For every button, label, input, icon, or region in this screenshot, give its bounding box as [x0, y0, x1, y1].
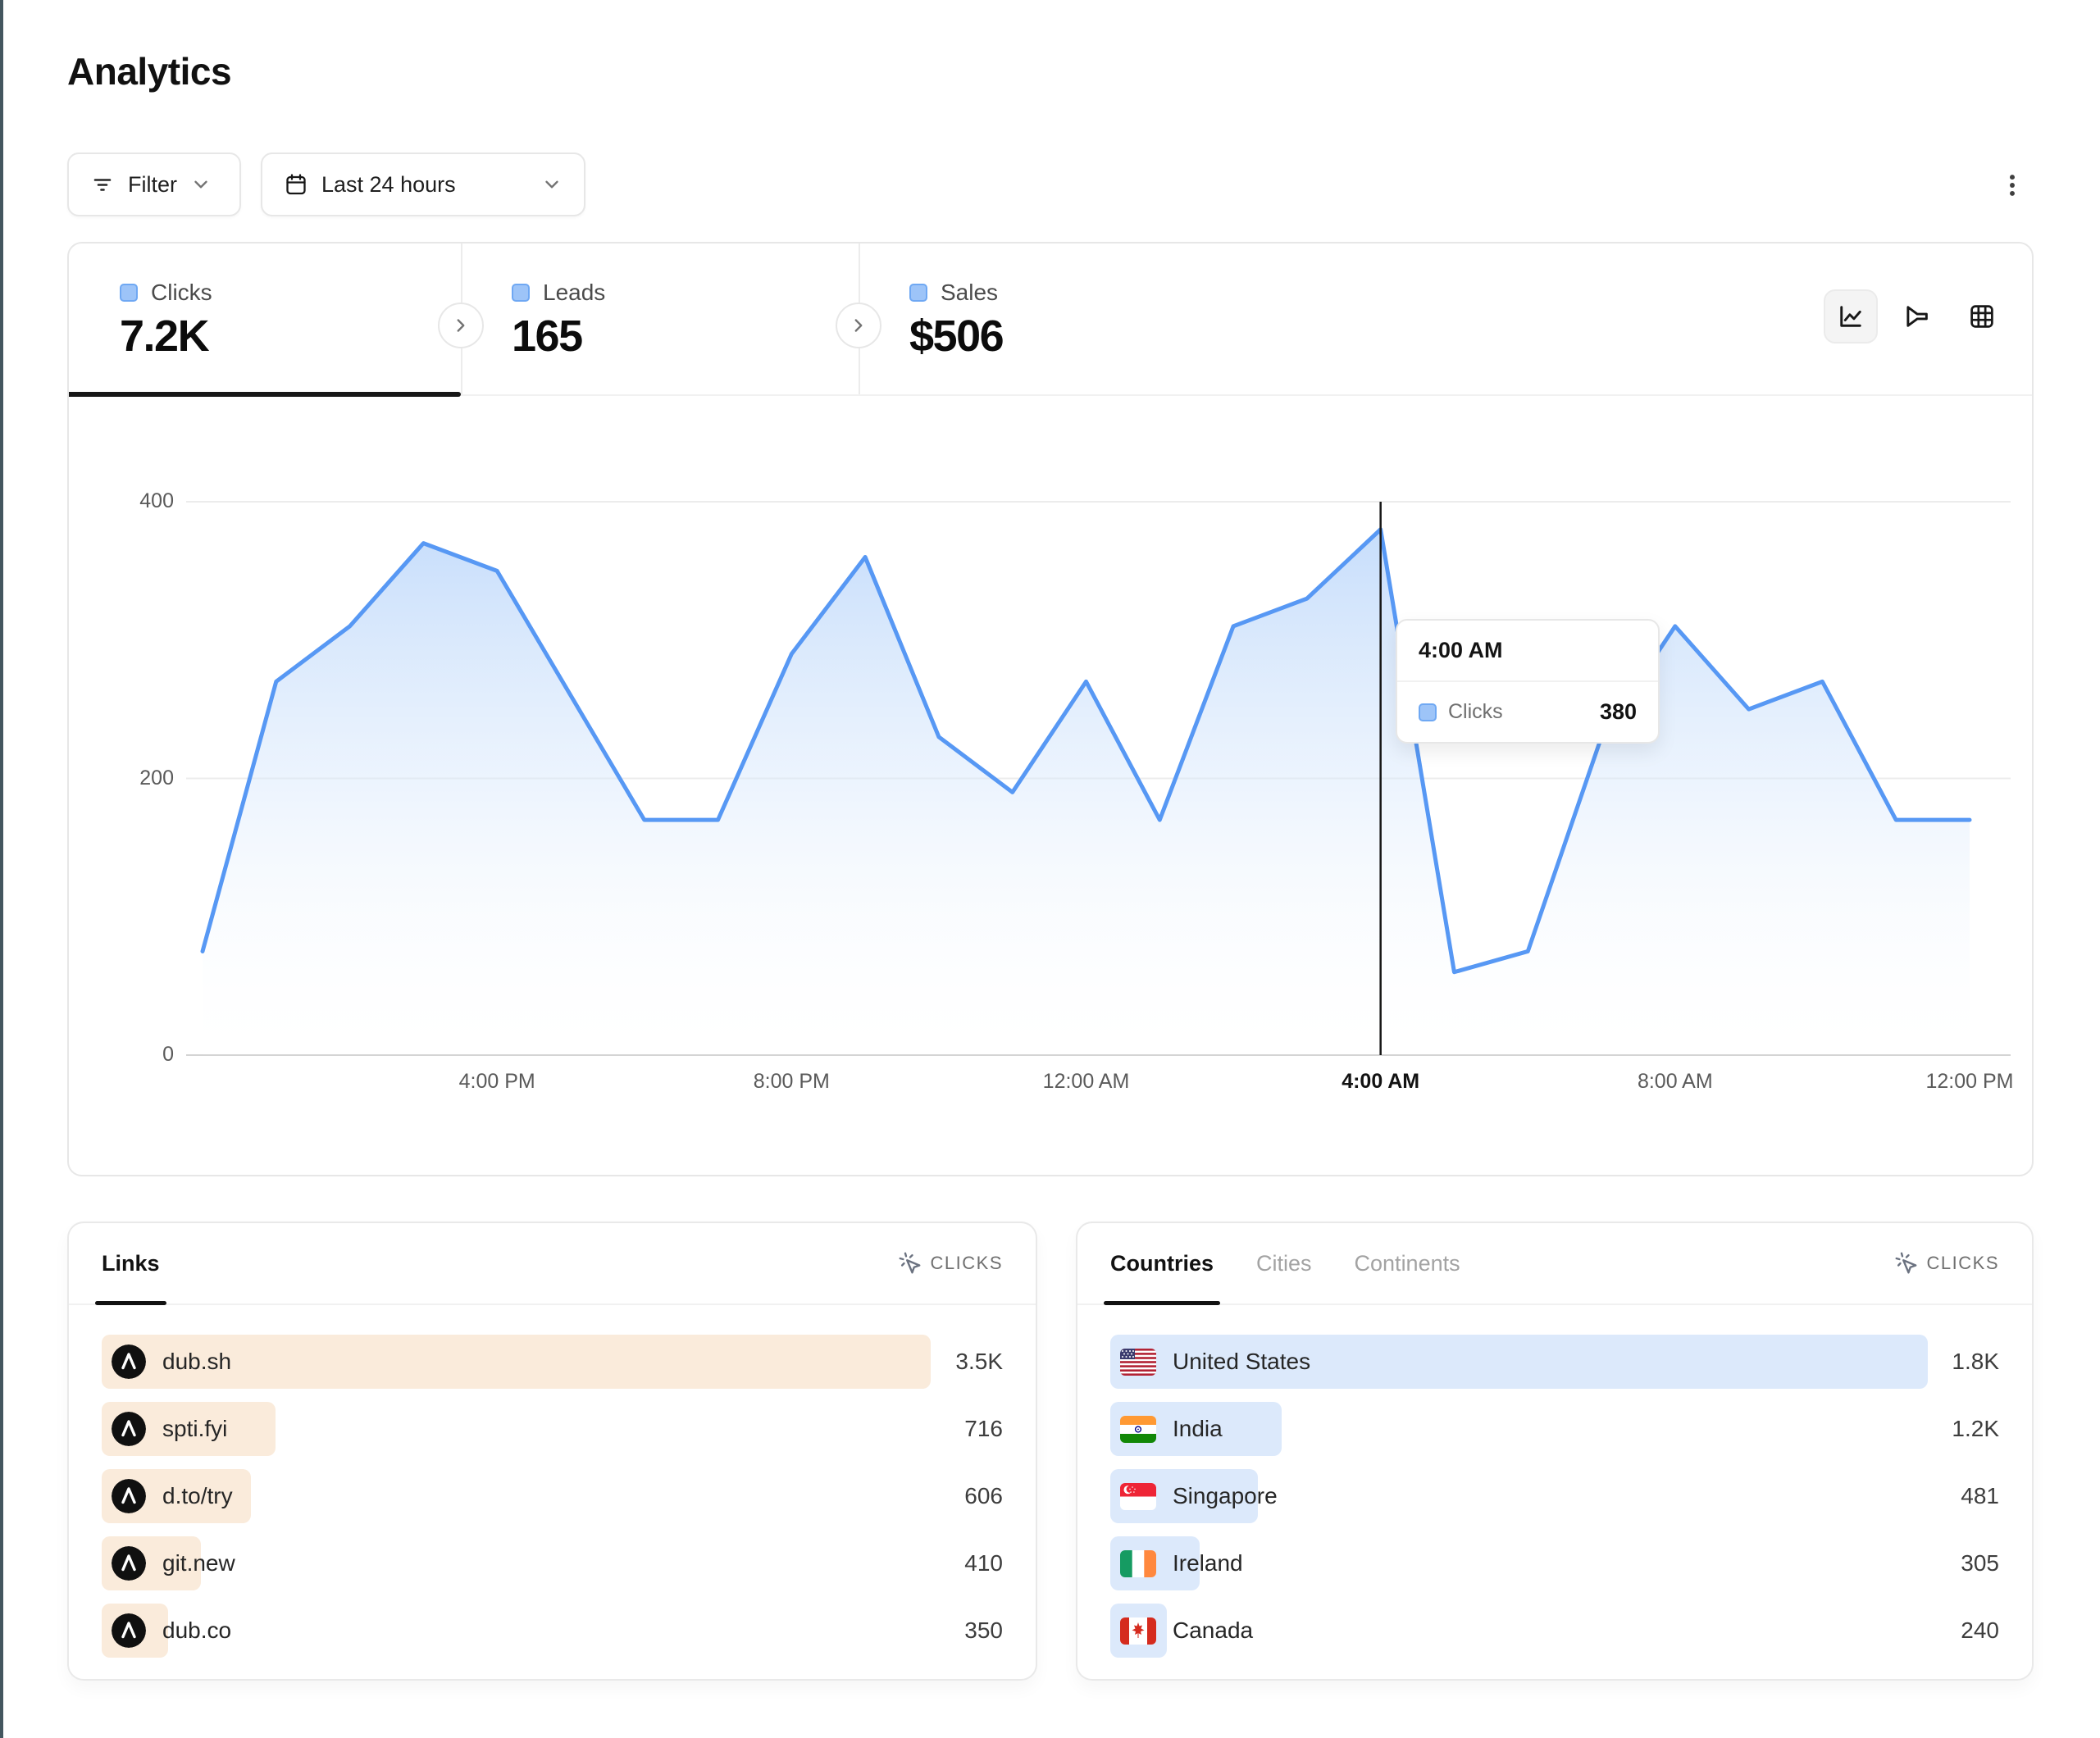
- tab-continents[interactable]: Continents: [1355, 1223, 1460, 1304]
- link-clicks-value: 3.5K: [955, 1335, 1003, 1389]
- chevron-right-icon: [450, 315, 471, 336]
- country-label: Ireland: [1173, 1550, 1243, 1576]
- calendar-icon: [284, 172, 308, 197]
- chevron-down-icon: [190, 174, 212, 195]
- flag-sg-icon: [1120, 1483, 1156, 1510]
- analytics-page: Analytics Filter Last 24 hours Clicks7.2…: [0, 0, 2100, 1738]
- filter-button-label: Filter: [128, 172, 177, 198]
- country-clicks-value: 240: [1961, 1604, 1999, 1658]
- tab-countries[interactable]: Countries: [1110, 1223, 1214, 1304]
- chevron-right-icon: [848, 315, 869, 336]
- country-label: Singapore: [1173, 1483, 1278, 1509]
- flag-ie-icon: [1120, 1550, 1156, 1577]
- flag-us-icon: [1120, 1349, 1156, 1376]
- chart-tooltip: 4:00 AM Clicks 380: [1396, 619, 1660, 744]
- tooltip-value: 380: [1600, 699, 1637, 725]
- tab-links[interactable]: Links: [102, 1223, 160, 1304]
- country-label: United States: [1173, 1349, 1310, 1375]
- link-row[interactable]: spti.fyi 716: [102, 1402, 1003, 1456]
- country-label: India: [1173, 1416, 1223, 1442]
- dub-logo-icon: [112, 1344, 146, 1379]
- country-row[interactable]: Canada 240: [1110, 1604, 1999, 1658]
- x-axis-label: 8:00 AM: [1593, 1070, 1757, 1094]
- countries-list: United States 1.8K India 1.2K Singapore 481 Ir…: [1110, 1335, 1999, 1658]
- links-sort-toggle[interactable]: CLICKS: [898, 1251, 1003, 1276]
- link-label: spti.fyi: [162, 1416, 227, 1442]
- filter-icon: [90, 172, 115, 197]
- links-list: dub.sh 3.5K spti.fyi 716 d.to/try 606 git.new 4…: [102, 1335, 1003, 1658]
- expand-stat-button[interactable]: [438, 303, 484, 348]
- countries-tabs: Countries Cities Continents: [1110, 1223, 1460, 1304]
- country-row[interactable]: Ireland 305: [1110, 1536, 1999, 1590]
- link-clicks-value: 606: [964, 1469, 1003, 1523]
- date-range-button[interactable]: Last 24 hours: [261, 152, 585, 216]
- link-label: dub.co: [162, 1617, 231, 1644]
- y-axis-label: 400: [100, 489, 174, 513]
- active-stat-underline: [69, 392, 461, 397]
- clicks-legend-swatch: [1419, 703, 1437, 721]
- link-clicks-value: 350: [964, 1604, 1003, 1658]
- kebab-icon: [1998, 171, 2026, 199]
- country-label: Canada: [1173, 1617, 1253, 1644]
- flag-ca-icon: [1120, 1617, 1156, 1645]
- tab-cities[interactable]: Cities: [1256, 1223, 1312, 1304]
- link-clicks-value: 410: [964, 1536, 1003, 1590]
- countries-sort-toggle[interactable]: CLICKS: [1894, 1251, 1999, 1276]
- x-axis-label: 12:00 AM: [1004, 1070, 1168, 1094]
- country-row[interactable]: India 1.2K: [1110, 1402, 1999, 1456]
- dub-logo-icon: [112, 1479, 146, 1513]
- countries-sort-label: CLICKS: [1927, 1253, 1999, 1274]
- filter-button[interactable]: Filter: [67, 152, 241, 216]
- y-axis-label: 0: [100, 1043, 174, 1067]
- x-axis-label: 12:00 PM: [1888, 1070, 2052, 1094]
- link-row[interactable]: dub.sh 3.5K: [102, 1335, 1003, 1389]
- link-row[interactable]: dub.co 350: [102, 1604, 1003, 1658]
- x-axis-label: 8:00 PM: [709, 1070, 873, 1094]
- clicks-area-chart[interactable]: [69, 243, 2032, 1175]
- tooltip-time: 4:00 AM: [1397, 621, 1658, 682]
- link-row[interactable]: d.to/try 606: [102, 1469, 1003, 1523]
- links-panel: Links CLICKS dub.sh 3.5K spti.fyi 716 d.to/t…: [67, 1222, 1037, 1681]
- x-axis-label: 4:00 PM: [415, 1070, 579, 1094]
- country-clicks-value: 481: [1961, 1469, 1999, 1523]
- dub-logo-icon: [112, 1546, 146, 1581]
- more-menu-button[interactable]: [1988, 161, 2037, 210]
- country-row[interactable]: United States 1.8K: [1110, 1335, 1999, 1389]
- links-panel-header: Links CLICKS: [69, 1223, 1036, 1305]
- country-clicks-value: 305: [1961, 1536, 1999, 1590]
- links-sort-label: CLICKS: [931, 1253, 1003, 1274]
- link-label: git.new: [162, 1550, 235, 1576]
- link-clicks-value: 716: [964, 1402, 1003, 1456]
- page-title: Analytics: [67, 49, 231, 93]
- countries-panel-header: Countries Cities Continents CLICKS: [1077, 1223, 2032, 1305]
- country-row[interactable]: Singapore 481: [1110, 1469, 1999, 1523]
- country-clicks-value: 1.8K: [1952, 1335, 1999, 1389]
- expand-stat-button[interactable]: [836, 303, 881, 348]
- link-label: dub.sh: [162, 1349, 231, 1375]
- pointer-click-icon: [1894, 1251, 1919, 1276]
- tooltip-series-label: Clicks: [1448, 700, 1503, 724]
- dub-logo-icon: [112, 1412, 146, 1446]
- dub-logo-icon: [112, 1613, 146, 1648]
- chevron-down-icon: [541, 174, 563, 195]
- date-range-label: Last 24 hours: [321, 172, 456, 198]
- window-edge: [0, 0, 3, 1738]
- link-row[interactable]: git.new 410: [102, 1536, 1003, 1590]
- countries-panel: Countries Cities Continents CLICKS United …: [1076, 1222, 2034, 1681]
- analytics-card: Clicks7.2KLeads165Sales$506 02004004:00 …: [67, 242, 2034, 1176]
- x-axis-label: 4:00 AM: [1299, 1070, 1463, 1094]
- pointer-click-icon: [898, 1251, 922, 1276]
- country-clicks-value: 1.2K: [1952, 1402, 1999, 1456]
- links-tabs: Links: [102, 1223, 160, 1304]
- y-axis-label: 200: [100, 767, 174, 790]
- link-label: d.to/try: [162, 1483, 233, 1509]
- flag-in-icon: [1120, 1416, 1156, 1443]
